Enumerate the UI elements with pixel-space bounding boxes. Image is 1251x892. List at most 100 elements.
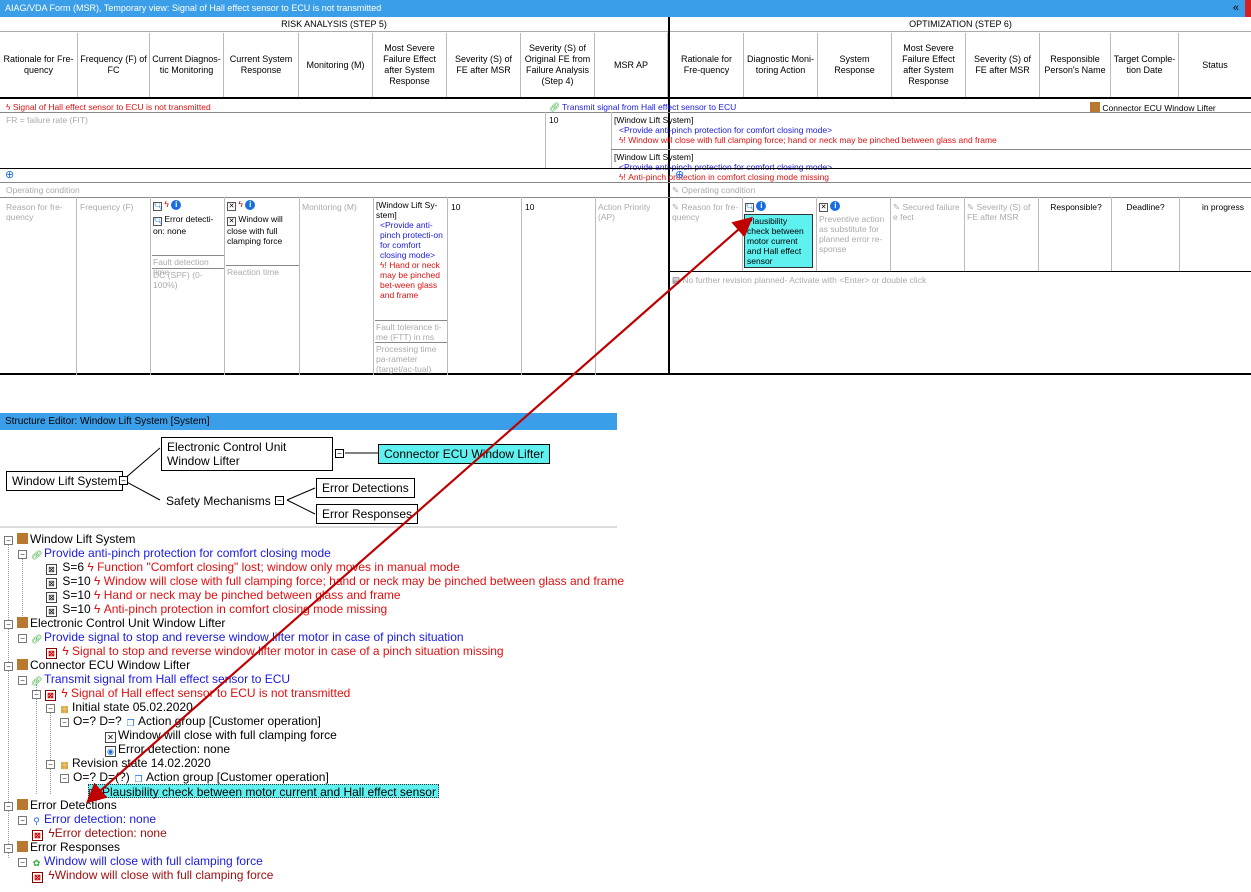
- info-icon[interactable]: i: [756, 201, 767, 211]
- opt-steering-icon[interactable]: ⊕: [675, 170, 684, 180]
- responsible-field[interactable]: Responsible?: [1041, 202, 1111, 212]
- opt-severity-field[interactable]: ✎ Severity (S) of FE after MSR: [967, 202, 1037, 222]
- node-error-responses[interactable]: Error Responses: [316, 504, 419, 524]
- tree-item[interactable]: − ⊠ ϟ Signal of Hall effect sensor to ECU…: [32, 686, 350, 701]
- selected-action-cell[interactable]: Plausibility check between motor current…: [744, 214, 813, 268]
- tree-item[interactable]: ⊠ ϟ Signal to stop and reverse window li…: [46, 644, 504, 659]
- tree-item[interactable]: − Electronic Control Unit Window Lifter: [4, 616, 225, 630]
- tree-item[interactable]: ⊠ S=10 ϟ Window will close with full cla…: [46, 574, 624, 589]
- failure-cause-row[interactable]: ϟ Signal of Hall effect sensor to ECU is…: [6, 102, 536, 112]
- collapse-toggle[interactable]: −: [119, 476, 128, 485]
- effect-block-2[interactable]: [Window Lift System] <Provide anti-pinch…: [614, 152, 1249, 182]
- status-field[interactable]: in progress: [1180, 202, 1250, 212]
- node-ecu[interactable]: Electronic Control Unit Window Lifter: [161, 437, 333, 471]
- tree-item[interactable]: − 🔗︎ Transmit signal from Hall effect sens…: [18, 672, 290, 686]
- col-opt-target-date[interactable]: Target Comple-tion Date: [1111, 33, 1179, 97]
- close-marker[interactable]: [1245, 0, 1251, 17]
- revision-note-text: No further revision planned- Activate wi…: [682, 275, 927, 285]
- tree-item[interactable]: − O=? D=(?) ❐ Action group [Customer opera…: [60, 770, 329, 784]
- tree-label: Initial state 05.02.2020: [72, 700, 193, 714]
- tree-label: Window will close with full clamping for…: [54, 868, 274, 882]
- col-opt-system-response[interactable]: System Response: [818, 33, 892, 97]
- col-most-severe[interactable]: Most Severe Failure Effect after System …: [373, 33, 447, 97]
- tree-label: Signal to stop and reverse window lifter…: [72, 644, 504, 658]
- tree-item-selected[interactable]: ◉ Plausibility check between motor curren…: [88, 784, 439, 800]
- revision-note[interactable]: ▤ No further revision planned- Activate …: [672, 275, 1072, 285]
- tree-item[interactable]: ⊠ ϟWindow will close with full clamping …: [32, 868, 274, 883]
- function-row[interactable]: 🔗︎ Transmit signal from Hall effect sens…: [549, 102, 949, 112]
- tree-item[interactable]: − ✿ Window will close with full clamping f…: [18, 854, 263, 868]
- action-priority-field[interactable]: Action Priority (AP): [598, 202, 666, 222]
- tree-label: Connector ECU Window Lifter: [30, 658, 191, 672]
- col-opt-responsible[interactable]: Responsible Person's Name: [1040, 33, 1111, 97]
- info-icon[interactable]: i: [245, 200, 256, 210]
- effect-block-1[interactable]: [Window Lift System] <Provide anti-pinch…: [614, 115, 1249, 145]
- most-severe-effect-cell[interactable]: [Window Lift Sy-stem] <Provide anti-pinc…: [376, 200, 444, 300]
- info-icon[interactable]: i: [171, 200, 182, 210]
- info-icon[interactable]: i: [830, 201, 841, 211]
- tree-item[interactable]: − O=? D=? ❐ Action group [Customer operati…: [60, 714, 321, 728]
- failure-icon: ϟ: [94, 574, 101, 588]
- tree-item[interactable]: − Error Detections: [4, 798, 117, 812]
- response-icon: ✕: [227, 202, 236, 211]
- col-opt-rationale[interactable]: Rationale for Fre-quency: [670, 33, 744, 97]
- failure-rate-field[interactable]: FR = failure rate (FIT): [6, 115, 206, 125]
- component-icon: [17, 659, 28, 670]
- opt-severity-text: Severity (S) of FE after MSR: [967, 202, 1031, 222]
- reason-frequency-field[interactable]: Reason for fre-quency: [6, 202, 72, 222]
- node-safety[interactable]: Safety Mechanisms: [161, 492, 276, 510]
- tree-item[interactable]: − 🔗︎ Provide signal to stop and reverse wi…: [18, 630, 464, 644]
- col-rationale[interactable]: Rationale for Fre-quency: [0, 33, 78, 97]
- preventive-action-field[interactable]: Preventive action as substitute for plan…: [819, 214, 889, 254]
- opt-operating-condition[interactable]: ✎ Operating condition: [672, 185, 872, 195]
- collapse-toggle[interactable]: −: [275, 496, 284, 505]
- ftt-field[interactable]: Fault tolerance ti-me (FTT) in ms: [376, 322, 444, 342]
- dc-spf-field[interactable]: DC (SPF) (0-100%): [153, 270, 221, 290]
- col-severity-original[interactable]: Severity (S) of Original FE from Failure…: [521, 33, 595, 97]
- col-msr-ap[interactable]: MSR AP: [595, 33, 668, 97]
- col-severity-after[interactable]: Severity (S) of FE after MSR: [447, 33, 521, 97]
- col-opt-severity[interactable]: Severity (S) of FE after MSR: [966, 33, 1040, 97]
- effect-2-function: <Provide anti-pinch protection for comfo…: [619, 162, 833, 172]
- reaction-time-field[interactable]: Reaction time: [227, 267, 297, 277]
- col-opt-status[interactable]: Status: [1179, 33, 1251, 97]
- monitoring-field[interactable]: Monitoring (M): [302, 202, 370, 212]
- deadline-field[interactable]: Deadline?: [1112, 202, 1179, 212]
- frequency-field[interactable]: Frequency (F): [80, 202, 146, 212]
- calendar-icon: ▤: [672, 275, 681, 285]
- operating-condition[interactable]: Operating condition: [6, 185, 206, 195]
- secured-failure-field[interactable]: ✎ Secured failure e fect: [893, 202, 963, 222]
- tree-item[interactable]: − ⚲ Error detection: none: [18, 812, 156, 826]
- collapse-icon[interactable]: «: [1233, 0, 1239, 17]
- steering-icon[interactable]: ⊕: [5, 170, 14, 180]
- tree-item[interactable]: − 🔗︎ Provide anti-pinch protection for com…: [18, 546, 331, 560]
- col-diag-monitoring[interactable]: Current Diagnos-tic Monitoring: [150, 33, 224, 97]
- col-opt-diag-action[interactable]: Diagnostic Moni-toring Action: [744, 33, 818, 97]
- tree-item[interactable]: ⊠ S=10 ϟ Hand or neck may be pinched bet…: [46, 588, 401, 603]
- node-connector[interactable]: Connector ECU Window Lifter: [378, 444, 551, 464]
- collapse-toggle[interactable]: −: [335, 449, 344, 458]
- processing-time-field[interactable]: Processing time pa-rameter (target/ac-tu…: [376, 344, 444, 374]
- tree-item[interactable]: − ▦ Initial state 05.02.2020: [46, 700, 193, 714]
- severity-value[interactable]: 10: [549, 115, 589, 125]
- tree-item[interactable]: ⊠ ϟError detection: none: [32, 826, 167, 841]
- opt-reason-field[interactable]: ✎ Reason for fre-quency: [672, 202, 740, 222]
- col-monitoring[interactable]: Monitoring (M): [299, 33, 373, 97]
- severity-original[interactable]: 10: [525, 202, 585, 212]
- tree-item[interactable]: − Window Lift System: [4, 532, 135, 546]
- tree-item[interactable]: ⊠ S=6 ϟ Function "Comfort closing" lost;…: [46, 560, 460, 575]
- diag-monitoring-cell[interactable]: 🔍︎ ϟ i 🔍︎ Error detecti-on: none: [153, 199, 221, 236]
- system-response-cell[interactable]: ✕ ϟ i ✕ Window will close with full clam…: [227, 199, 297, 246]
- tree-item[interactable]: − ▦ Revision state 14.02.2020: [46, 756, 211, 770]
- tree-item[interactable]: ⊠ S=10 ϟ Anti-pinch protection in comfor…: [46, 602, 387, 617]
- node-error-detections[interactable]: Error Detections: [316, 478, 415, 498]
- col-system-response[interactable]: Current System Response: [224, 33, 299, 97]
- node-window-lift-system[interactable]: Window Lift System: [6, 471, 124, 491]
- col-frequency[interactable]: Frequency (F) of FC: [78, 33, 150, 97]
- severity-after-msr[interactable]: 10: [451, 202, 511, 212]
- tree-item[interactable]: ◉ Error detection: none: [105, 742, 230, 757]
- tree-item[interactable]: ✕ Window will close with full clamping fo…: [105, 728, 337, 743]
- tree-item[interactable]: − Connector ECU Window Lifter: [4, 658, 190, 672]
- tree-item[interactable]: − Error Responses: [4, 840, 120, 854]
- col-opt-most-severe[interactable]: Most Severe Failure Effect after System …: [892, 33, 966, 97]
